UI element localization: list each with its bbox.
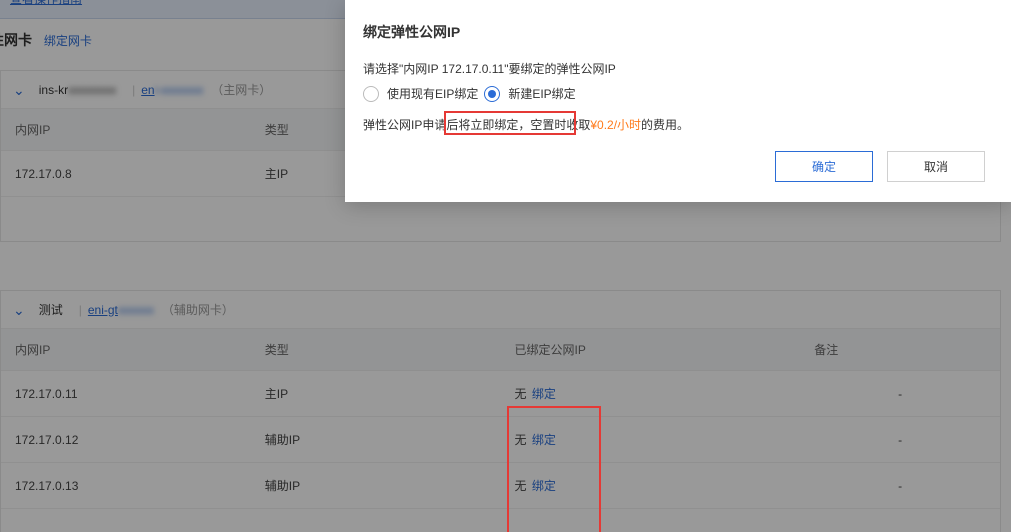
cancel-button[interactable]: 取消 <box>887 151 985 182</box>
pricing-note: 弹性公网IP申请后将立即绑定，空置时收取¥0.2/小时的费用。 <box>363 116 985 133</box>
modal-subtitle: 请选择"内网IP 172.17.0.11"要绑定的弹性公网IP <box>363 60 985 77</box>
radio-group: 使用现有EIP绑定 新建EIP绑定 <box>363 85 985 102</box>
radio-create-new-label: 新建EIP绑定 <box>508 85 575 102</box>
bind-eip-modal: 绑定弹性公网IP 请选择"内网IP 172.17.0.11"要绑定的弹性公网IP… <box>345 0 1011 202</box>
radio-use-existing[interactable] <box>363 86 379 102</box>
price-text: ¥0.2/小时 <box>590 118 641 132</box>
confirm-button[interactable]: 确定 <box>775 151 873 182</box>
radio-create-new[interactable] <box>484 86 500 102</box>
radio-use-existing-label: 使用现有EIP绑定 <box>387 85 478 102</box>
modal-title: 绑定弹性公网IP <box>363 22 985 42</box>
